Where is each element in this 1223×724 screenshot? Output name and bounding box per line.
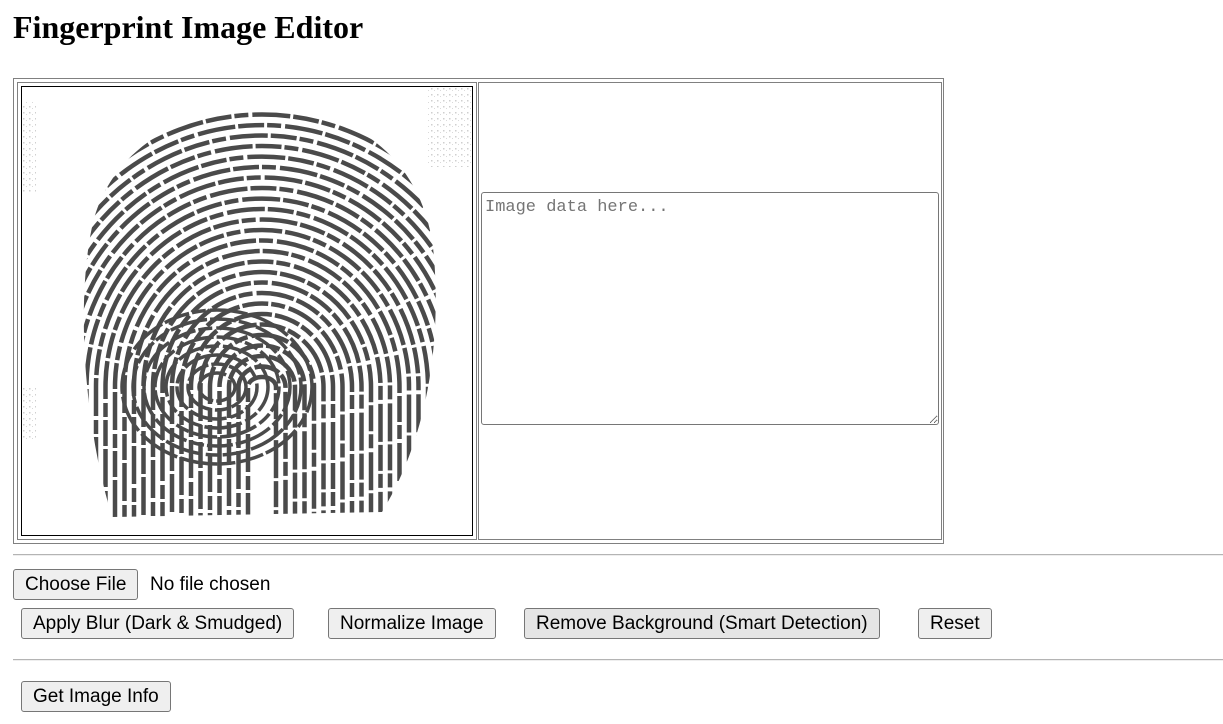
normalize-image-button[interactable]: Normalize Image (328, 608, 496, 639)
reset-button[interactable]: Reset (918, 608, 992, 639)
image-data-textarea[interactable] (481, 192, 939, 425)
ridge-line (112, 227, 412, 517)
image-cell (17, 82, 477, 540)
separator (13, 554, 1223, 556)
remove-background-button[interactable]: Remove Background (Smart Detection) (524, 608, 880, 639)
apply-blur-button[interactable]: Apply Blur (Dark & Smudged) (21, 608, 295, 639)
choose-file-button[interactable]: Choose File (13, 569, 139, 600)
fingerprint-ridges (83, 107, 436, 517)
file-status-text: No file chosen (150, 574, 271, 595)
fingerprint-image (22, 87, 472, 517)
data-cell (478, 82, 942, 540)
image-canvas[interactable] (21, 86, 473, 536)
get-image-info-button[interactable]: Get Image Info (21, 681, 171, 712)
page-title: Fingerprint Image Editor (13, 9, 364, 45)
separator (13, 659, 1223, 661)
editor-table (13, 78, 944, 544)
